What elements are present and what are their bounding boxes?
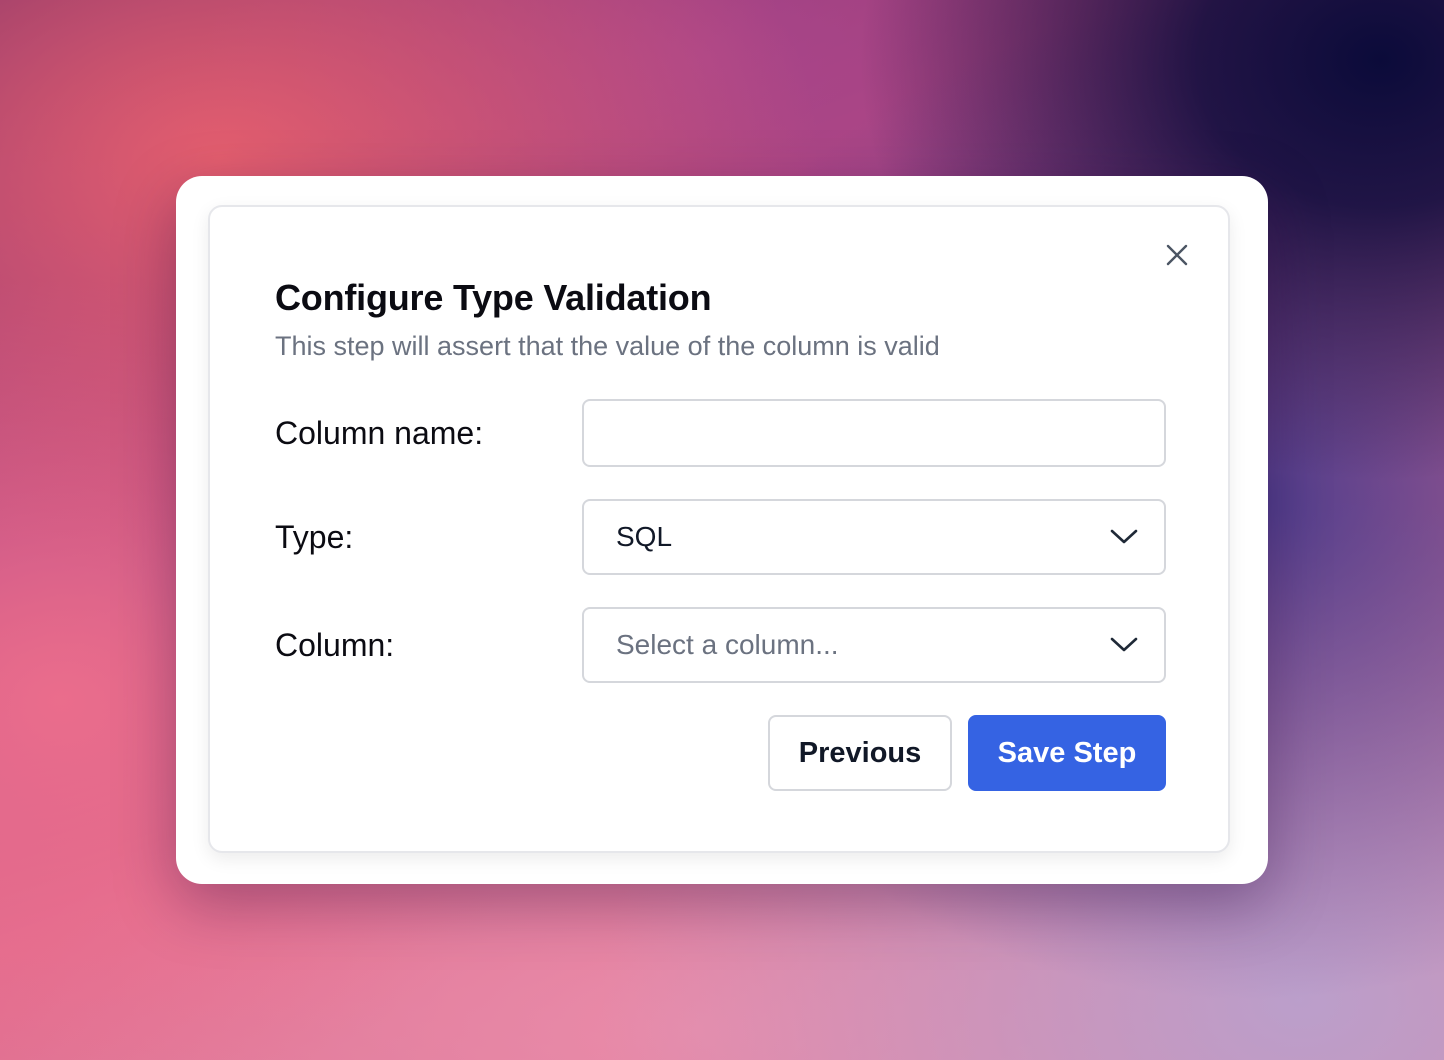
column-name-label: Column name: [275, 415, 484, 451]
configure-step-dialog: Configure Type Validation This step will… [208, 205, 1230, 853]
dialog-subtitle: This step will assert that the value of … [275, 331, 940, 361]
dialog-title: Configure Type Validation [275, 277, 712, 318]
column-select-placeholder: Select a column... [616, 629, 839, 660]
type-selected-value: SQL [616, 521, 673, 552]
chevron-down-icon [1110, 529, 1138, 544]
close-button[interactable] [1162, 240, 1192, 270]
type-select[interactable]: SQL [582, 499, 1166, 575]
save-step-button[interactable]: Save Step [968, 715, 1166, 791]
type-label: Type: [275, 519, 354, 555]
modal-backdrop-card: Configure Type Validation This step will… [176, 176, 1268, 884]
previous-button[interactable]: Previous [768, 715, 952, 791]
column-label: Column: [275, 627, 395, 663]
column-name-input[interactable] [582, 399, 1166, 467]
column-select[interactable]: Select a column... [582, 607, 1166, 683]
close-icon [1166, 244, 1188, 266]
chevron-down-icon [1110, 637, 1138, 652]
